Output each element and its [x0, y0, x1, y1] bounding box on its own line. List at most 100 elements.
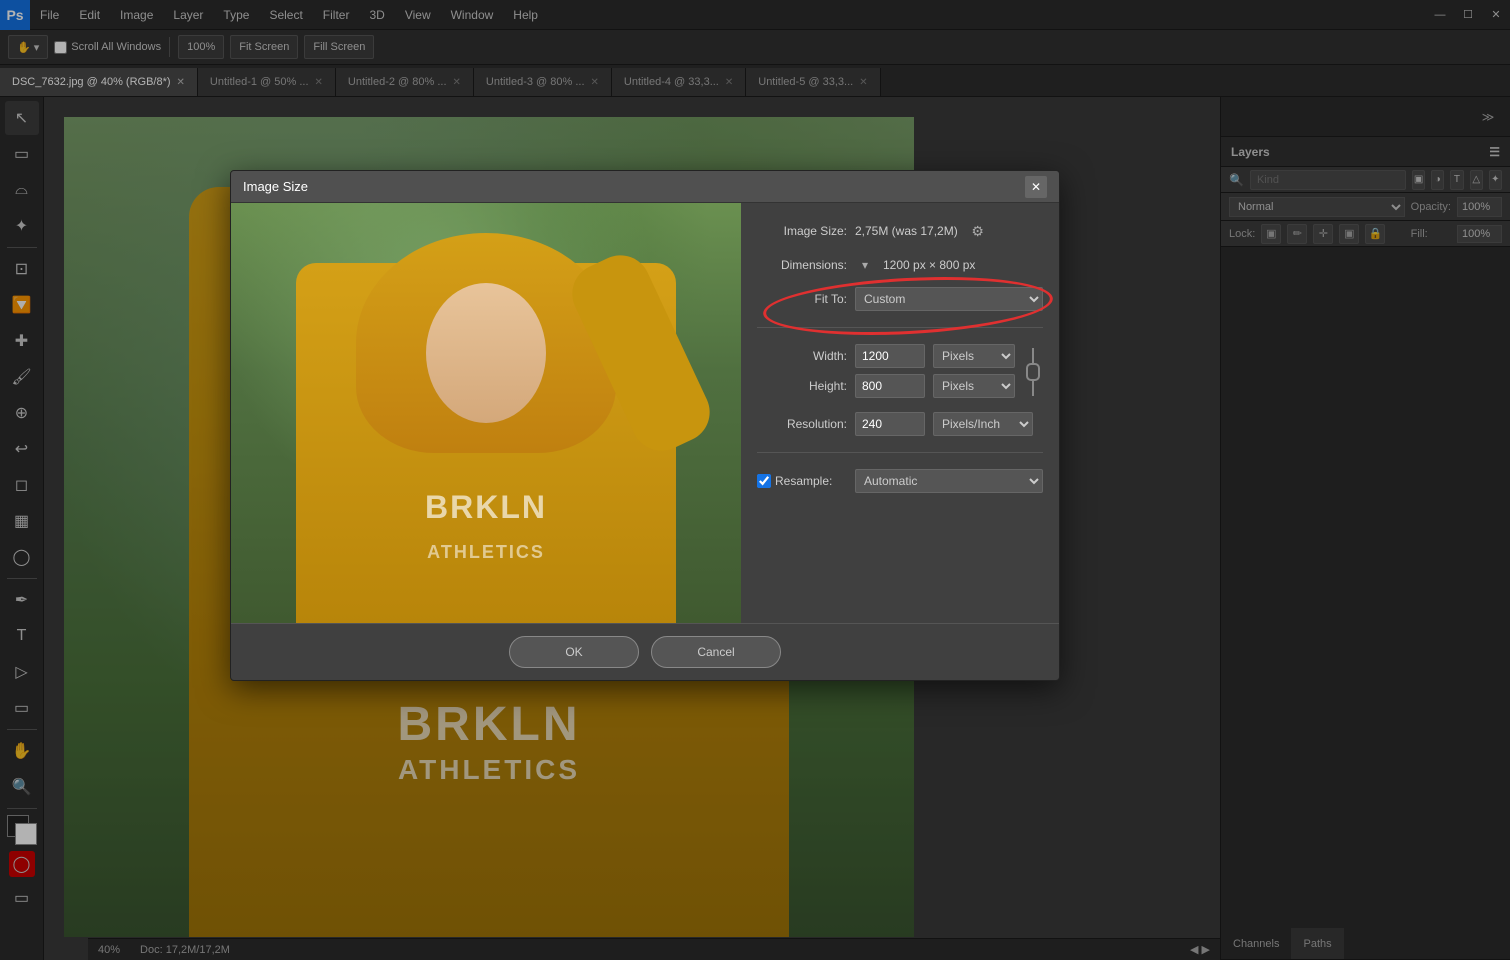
history-brush-tool[interactable]: ↩: [5, 432, 39, 466]
menu-edit[interactable]: Edit: [69, 0, 110, 29]
menu-image[interactable]: Image: [110, 0, 163, 29]
pen-tool[interactable]: ✒: [5, 583, 39, 617]
dialog-body: BRKLN ATHLETICS Image Size: 2,75M (was 1…: [231, 203, 1059, 623]
opacity-input[interactable]: [1457, 197, 1502, 217]
close-tab-untitled5[interactable]: ✕: [859, 77, 867, 88]
close-tab-untitled4[interactable]: ✕: [725, 77, 733, 88]
menu-view[interactable]: View: [395, 0, 441, 29]
color-swatches[interactable]: [5, 813, 39, 847]
fill-screen-button[interactable]: Fill Screen: [304, 35, 374, 59]
toolbar-divider-1: [169, 37, 170, 57]
layer-filter-pixel[interactable]: ▣: [1412, 170, 1425, 190]
fill-input[interactable]: [1457, 225, 1502, 243]
cancel-button[interactable]: Cancel: [651, 636, 781, 668]
tab-untitled4[interactable]: Untitled-4 @ 33,3... ✕: [612, 68, 746, 96]
eyedropper-tool[interactable]: 🔽: [5, 288, 39, 322]
resample-checkbox[interactable]: [757, 474, 771, 488]
zoom-display[interactable]: 100%: [178, 35, 224, 59]
fit-to-select[interactable]: Custom Original Size Screen Resolution: [855, 287, 1043, 311]
resolution-unit-select[interactable]: Pixels/Inch Pixels/cm: [933, 412, 1033, 436]
lock-position-btn[interactable]: ✛: [1313, 224, 1333, 244]
size-inputs: Width: Pixels Percent Inches cm: [757, 344, 1015, 400]
background-color[interactable]: [15, 823, 37, 845]
image-size-dialog[interactable]: Image Size ✕ BRKLN ATHLETICS: [230, 170, 1060, 681]
eraser-tool[interactable]: ◻: [5, 468, 39, 502]
close-tab-untitled2[interactable]: ✕: [453, 77, 461, 88]
resample-method-select[interactable]: Automatic Preserve Details Bicubic Smoot…: [855, 469, 1043, 493]
height-unit-select[interactable]: Pixels Percent Inches cm: [933, 374, 1015, 398]
resolution-input[interactable]: [855, 412, 925, 436]
hand-tool-options[interactable]: ✋ ▾: [8, 35, 48, 59]
lock-transparent-btn[interactable]: ▣: [1261, 224, 1281, 244]
hand-icon: ✋: [17, 41, 31, 54]
layers-menu-btn[interactable]: ☰: [1489, 145, 1500, 159]
dimensions-chevron[interactable]: ▾: [855, 255, 875, 275]
move-tool[interactable]: ↖: [5, 101, 39, 135]
menubar: Ps File Edit Image Layer Type Select Fil…: [0, 0, 1510, 30]
dimensions-value: 1200 px × 800 px: [883, 258, 975, 272]
panel-tab-paths[interactable]: Paths: [1291, 928, 1343, 959]
fit-screen-button[interactable]: Fit Screen: [230, 35, 298, 59]
rectangular-marquee-tool[interactable]: ▭: [5, 137, 39, 171]
zoom-tool[interactable]: 🔍: [5, 770, 39, 804]
path-selection-tool[interactable]: ▷: [5, 655, 39, 689]
tab-untitled3[interactable]: Untitled-3 @ 80% ... ✕: [474, 68, 612, 96]
lock-artboard-btn[interactable]: ▣: [1339, 224, 1359, 244]
close-tab-untitled3[interactable]: ✕: [591, 77, 599, 88]
maximize-button[interactable]: ☐: [1454, 1, 1482, 29]
dialog-close-button[interactable]: ✕: [1025, 176, 1047, 198]
scroll-all-label[interactable]: Scroll All Windows: [54, 41, 161, 54]
tab-untitled2[interactable]: Untitled-2 @ 80% ... ✕: [336, 68, 474, 96]
tab-untitled5[interactable]: Untitled-5 @ 33,3... ✕: [746, 68, 880, 96]
doc-info: Doc: 17,2M/17,2M: [140, 944, 230, 956]
tab-dsc[interactable]: DSC_7632.jpg @ 40% (RGB/8*) ✕: [0, 68, 198, 96]
menu-3d[interactable]: 3D: [359, 0, 394, 29]
lock-all-btn[interactable]: 🔒: [1365, 224, 1385, 244]
nav-arrows[interactable]: ◀ ▶: [1190, 943, 1210, 956]
menu-file[interactable]: File: [30, 0, 69, 29]
ok-button[interactable]: OK: [509, 636, 639, 668]
layer-filter-type[interactable]: T: [1450, 170, 1463, 190]
gradient-tool[interactable]: ▦: [5, 504, 39, 538]
layer-filter-adjustment[interactable]: ◑: [1431, 170, 1444, 190]
height-input[interactable]: [855, 374, 925, 398]
menu-type[interactable]: Type: [213, 0, 259, 29]
width-unit-select[interactable]: Pixels Percent Inches cm: [933, 344, 1015, 368]
panel-collapse-btn[interactable]: ≫: [1474, 103, 1502, 131]
scroll-all-checkbox[interactable]: [54, 41, 67, 54]
image-size-settings-btn[interactable]: ⚙: [966, 219, 990, 243]
brush-tool[interactable]: 🖌: [5, 360, 39, 394]
clone-stamp-tool[interactable]: ⊕: [5, 396, 39, 430]
layer-filter-shape[interactable]: △: [1470, 170, 1483, 190]
blend-mode-select[interactable]: Normal Multiply Screen Overlay: [1229, 197, 1405, 217]
menu-filter[interactable]: Filter: [313, 0, 360, 29]
menu-window[interactable]: Window: [441, 0, 504, 29]
minimize-button[interactable]: —: [1426, 1, 1454, 29]
lasso-tool[interactable]: ⌓: [5, 173, 39, 207]
magic-wand-tool[interactable]: ✦: [5, 209, 39, 243]
hand-tool[interactable]: ✋: [5, 734, 39, 768]
menu-select[interactable]: Select: [259, 0, 312, 29]
crop-tool[interactable]: ⊡: [5, 252, 39, 286]
quick-mask-mode[interactable]: ◯: [9, 851, 35, 877]
menu-layer[interactable]: Layer: [163, 0, 213, 29]
type-tool[interactable]: T: [5, 619, 39, 653]
dodge-tool[interactable]: ◯: [5, 540, 39, 574]
right-panels: ≫ Layers ☰ 🔍 ▣ ◑ T △ ✦ Normal: [1220, 97, 1510, 960]
layer-filter-smart[interactable]: ✦: [1489, 170, 1502, 190]
preview-text-athletics: ATHLETICS: [427, 542, 545, 563]
close-tab-dsc[interactable]: ✕: [177, 77, 185, 88]
menu-help[interactable]: Help: [503, 0, 548, 29]
width-input[interactable]: [855, 344, 925, 368]
lock-pixels-btn[interactable]: ✏: [1287, 224, 1307, 244]
image-size-value: 2,75M (was 17,2M): [855, 224, 958, 238]
close-button[interactable]: ✕: [1482, 1, 1510, 29]
tool-options-arrow: ▾: [34, 41, 40, 54]
layers-search-input[interactable]: [1250, 170, 1406, 190]
healing-brush-tool[interactable]: ✚: [5, 324, 39, 358]
close-tab-untitled1[interactable]: ✕: [315, 77, 323, 88]
shape-tool[interactable]: ▭: [5, 691, 39, 725]
tab-untitled1[interactable]: Untitled-1 @ 50% ... ✕: [198, 68, 336, 96]
screen-mode[interactable]: ▭: [5, 881, 39, 915]
panel-tab-channels[interactable]: Channels: [1221, 928, 1291, 959]
